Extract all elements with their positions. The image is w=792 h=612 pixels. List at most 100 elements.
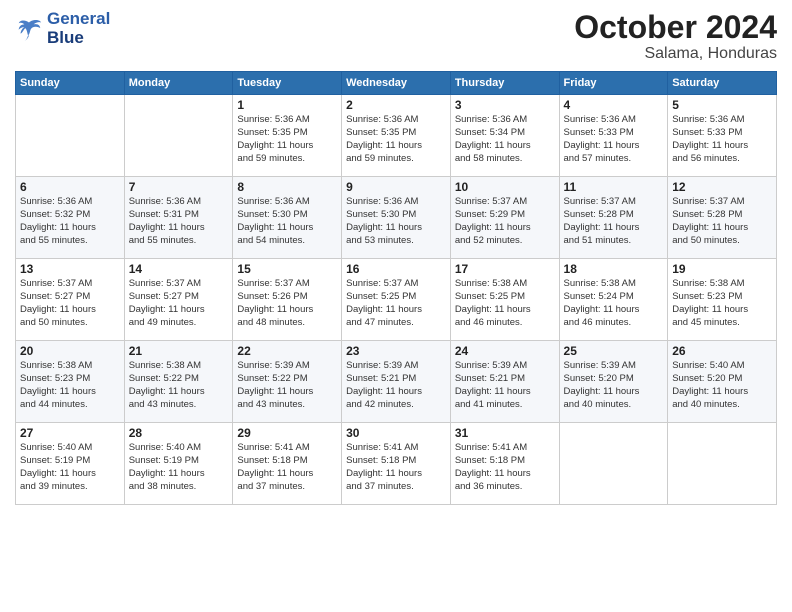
table-row: 30 Sunrise: 5:41 AM Sunset: 5:18 PM Dayli… <box>342 423 451 505</box>
table-row: 31 Sunrise: 5:41 AM Sunset: 5:18 PM Dayli… <box>450 423 559 505</box>
table-row: 4 Sunrise: 5:36 AM Sunset: 5:33 PM Daylig… <box>559 95 668 177</box>
table-row <box>16 95 125 177</box>
day-number: 13 <box>20 262 120 276</box>
day-info: Sunrise: 5:39 AM Sunset: 5:22 PM Dayligh… <box>237 360 337 411</box>
week-row-3: 13 Sunrise: 5:37 AM Sunset: 5:27 PM Dayli… <box>16 259 777 341</box>
table-row: 11 Sunrise: 5:37 AM Sunset: 5:28 PM Dayli… <box>559 177 668 259</box>
table-row: 14 Sunrise: 5:37 AM Sunset: 5:27 PM Dayli… <box>124 259 233 341</box>
col-thursday: Thursday <box>450 72 559 95</box>
day-info: Sunrise: 5:41 AM Sunset: 5:18 PM Dayligh… <box>346 442 446 493</box>
table-row: 6 Sunrise: 5:36 AM Sunset: 5:32 PM Daylig… <box>16 177 125 259</box>
location-subtitle: Salama, Honduras <box>574 45 777 63</box>
day-number: 16 <box>346 262 446 276</box>
day-info: Sunrise: 5:36 AM Sunset: 5:30 PM Dayligh… <box>346 196 446 247</box>
table-row: 26Sunrise: 5:40 AM Sunset: 5:20 PM Dayli… <box>668 341 777 423</box>
day-info: Sunrise: 5:37 AM Sunset: 5:26 PM Dayligh… <box>237 278 337 329</box>
col-tuesday: Tuesday <box>233 72 342 95</box>
day-number: 14 <box>129 262 229 276</box>
day-info: Sunrise: 5:37 AM Sunset: 5:28 PM Dayligh… <box>672 196 772 247</box>
day-info: Sunrise: 5:36 AM Sunset: 5:31 PM Dayligh… <box>129 196 229 247</box>
day-number: 31 <box>455 426 555 440</box>
table-row: 5 Sunrise: 5:36 AM Sunset: 5:33 PM Daylig… <box>668 95 777 177</box>
logo-text: General Blue <box>47 10 110 47</box>
table-row: 10Sunrise: 5:37 AM Sunset: 5:29 PM Dayli… <box>450 177 559 259</box>
table-row: 21 Sunrise: 5:38 AM Sunset: 5:22 PM Dayli… <box>124 341 233 423</box>
day-info: Sunrise: 5:40 AM Sunset: 5:19 PM Dayligh… <box>20 442 120 493</box>
table-row: 23Sunrise: 5:39 AM Sunset: 5:21 PM Dayli… <box>342 341 451 423</box>
table-row: 7Sunrise: 5:36 AM Sunset: 5:31 PM Daylig… <box>124 177 233 259</box>
day-number: 8 <box>237 180 337 194</box>
day-info: Sunrise: 5:41 AM Sunset: 5:18 PM Dayligh… <box>237 442 337 493</box>
day-info: Sunrise: 5:38 AM Sunset: 5:23 PM Dayligh… <box>672 278 772 329</box>
calendar-page: General Blue October 2024 Salama, Hondur… <box>0 0 792 612</box>
day-number: 1 <box>237 98 337 112</box>
table-row: 19 Sunrise: 5:38 AM Sunset: 5:23 PM Dayli… <box>668 259 777 341</box>
week-row-1: 1 Sunrise: 5:36 AM Sunset: 5:35 PM Daylig… <box>16 95 777 177</box>
calendar-table: Sunday Monday Tuesday Wednesday Thursday… <box>15 71 777 505</box>
day-info: Sunrise: 5:37 AM Sunset: 5:27 PM Dayligh… <box>129 278 229 329</box>
day-info: Sunrise: 5:36 AM Sunset: 5:33 PM Dayligh… <box>564 114 664 165</box>
day-number: 3 <box>455 98 555 112</box>
day-number: 11 <box>564 180 664 194</box>
day-info: Sunrise: 5:36 AM Sunset: 5:32 PM Dayligh… <box>20 196 120 247</box>
day-number: 20 <box>20 344 120 358</box>
header-row: Sunday Monday Tuesday Wednesday Thursday… <box>16 72 777 95</box>
day-info: Sunrise: 5:36 AM Sunset: 5:34 PM Dayligh… <box>455 114 555 165</box>
table-row: 3 Sunrise: 5:36 AM Sunset: 5:34 PM Daylig… <box>450 95 559 177</box>
title-area: October 2024 Salama, Honduras <box>574 10 777 63</box>
day-number: 17 <box>455 262 555 276</box>
day-number: 29 <box>237 426 337 440</box>
col-friday: Friday <box>559 72 668 95</box>
day-number: 24 <box>455 344 555 358</box>
day-number: 2 <box>346 98 446 112</box>
table-row: 8 Sunrise: 5:36 AM Sunset: 5:30 PM Daylig… <box>233 177 342 259</box>
day-info: Sunrise: 5:38 AM Sunset: 5:22 PM Dayligh… <box>129 360 229 411</box>
day-number: 4 <box>564 98 664 112</box>
week-row-5: 27 Sunrise: 5:40 AM Sunset: 5:19 PM Dayli… <box>16 423 777 505</box>
day-number: 22 <box>237 344 337 358</box>
day-number: 19 <box>672 262 772 276</box>
day-info: Sunrise: 5:37 AM Sunset: 5:27 PM Dayligh… <box>20 278 120 329</box>
day-number: 21 <box>129 344 229 358</box>
table-row: 16 Sunrise: 5:37 AM Sunset: 5:25 PM Dayli… <box>342 259 451 341</box>
table-row: 17 Sunrise: 5:38 AM Sunset: 5:25 PM Dayli… <box>450 259 559 341</box>
table-row <box>668 423 777 505</box>
day-info: Sunrise: 5:40 AM Sunset: 5:19 PM Dayligh… <box>129 442 229 493</box>
day-number: 30 <box>346 426 446 440</box>
day-info: Sunrise: 5:36 AM Sunset: 5:35 PM Dayligh… <box>346 114 446 165</box>
col-sunday: Sunday <box>16 72 125 95</box>
day-number: 12 <box>672 180 772 194</box>
table-row: 25 Sunrise: 5:39 AM Sunset: 5:20 PM Dayli… <box>559 341 668 423</box>
col-saturday: Saturday <box>668 72 777 95</box>
table-row: 22 Sunrise: 5:39 AM Sunset: 5:22 PM Dayli… <box>233 341 342 423</box>
table-row: 1Sunrise: 5:36 AM Sunset: 5:35 PM Daylig… <box>233 95 342 177</box>
day-info: Sunrise: 5:39 AM Sunset: 5:20 PM Dayligh… <box>564 360 664 411</box>
day-number: 9 <box>346 180 446 194</box>
day-info: Sunrise: 5:38 AM Sunset: 5:25 PM Dayligh… <box>455 278 555 329</box>
day-number: 18 <box>564 262 664 276</box>
logo-icon <box>15 15 43 43</box>
day-info: Sunrise: 5:38 AM Sunset: 5:24 PM Dayligh… <box>564 278 664 329</box>
day-number: 5 <box>672 98 772 112</box>
day-info: Sunrise: 5:41 AM Sunset: 5:18 PM Dayligh… <box>455 442 555 493</box>
day-number: 15 <box>237 262 337 276</box>
header: General Blue October 2024 Salama, Hondur… <box>15 10 777 63</box>
table-row <box>124 95 233 177</box>
day-info: Sunrise: 5:37 AM Sunset: 5:25 PM Dayligh… <box>346 278 446 329</box>
table-row: 27 Sunrise: 5:40 AM Sunset: 5:19 PM Dayli… <box>16 423 125 505</box>
col-monday: Monday <box>124 72 233 95</box>
day-number: 27 <box>20 426 120 440</box>
table-row: 12 Sunrise: 5:37 AM Sunset: 5:28 PM Dayli… <box>668 177 777 259</box>
day-number: 26 <box>672 344 772 358</box>
day-number: 25 <box>564 344 664 358</box>
day-info: Sunrise: 5:36 AM Sunset: 5:33 PM Dayligh… <box>672 114 772 165</box>
day-number: 28 <box>129 426 229 440</box>
day-number: 10 <box>455 180 555 194</box>
table-row: 24Sunrise: 5:39 AM Sunset: 5:21 PM Dayli… <box>450 341 559 423</box>
day-number: 6 <box>20 180 120 194</box>
col-wednesday: Wednesday <box>342 72 451 95</box>
day-info: Sunrise: 5:37 AM Sunset: 5:28 PM Dayligh… <box>564 196 664 247</box>
logo: General Blue <box>15 10 110 47</box>
table-row: 20Sunrise: 5:38 AM Sunset: 5:23 PM Dayli… <box>16 341 125 423</box>
day-info: Sunrise: 5:36 AM Sunset: 5:30 PM Dayligh… <box>237 196 337 247</box>
